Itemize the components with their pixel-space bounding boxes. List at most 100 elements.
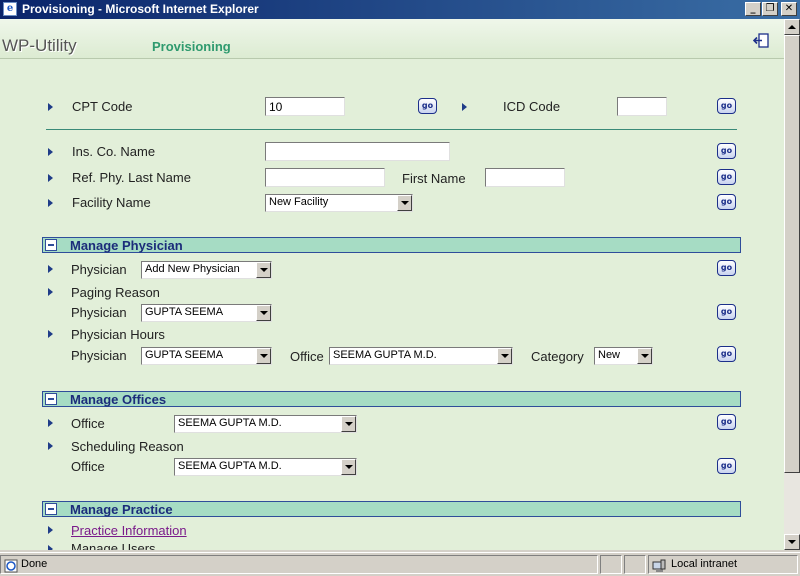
cpt-code-label: CPT Code [72,99,133,114]
ref-phy-last-name-input[interactable] [265,168,385,187]
window-title-bar[interactable]: e Provisioning - Microsoft Internet Expl… [0,0,800,19]
ref-phy-last-name-label: Ref. Phy. Last Name [72,170,191,185]
collapse-icon[interactable] [45,239,57,251]
zone-text: Local intranet [671,558,738,570]
cpt-code-input[interactable] [265,97,345,116]
icd-code-input[interactable] [617,97,667,116]
paging-reason-label: Paging Reason [71,285,160,300]
scroll-up-button[interactable] [784,19,800,35]
chevron-down-icon[interactable] [497,348,512,364]
manage-users-label[interactable]: Manage Users [71,541,156,550]
first-name-label: First Name [402,171,466,186]
divider-line [46,129,737,130]
ins-co-go-button[interactable]: go [717,143,736,159]
page-content: WP-Utility Provisioning CPT Code go ICD … [0,19,784,550]
row-arrow-icon [48,419,53,427]
section-title: Manage Physician [70,238,183,253]
hours-physician-select[interactable]: GUPTA SEEMA [141,347,272,365]
collapse-icon[interactable] [45,503,57,515]
exit-icon[interactable] [753,33,769,48]
hours-go-button[interactable]: go [717,346,736,362]
sched-go-button[interactable]: go [717,458,736,474]
row-arrow-icon [48,526,53,534]
facility-select-value: New Facility [269,196,329,208]
app-logo: WP-Utility [2,36,77,55]
row-arrow-icon [48,442,53,450]
category-label: Category [531,349,584,364]
section-title: Manage Practice [70,502,173,517]
manage-offices-section-header[interactable]: Manage Offices [42,391,741,407]
facility-select[interactable]: New Facility [265,194,413,212]
icd-code-label: ICD Code [503,99,561,114]
sched-office-select[interactable]: SEEMA GUPTA M.D. [174,458,357,476]
zone-pane: Local intranet [648,555,798,574]
practice-information-link[interactable]: Practice Information [71,523,187,538]
row-arrow-icon [48,148,53,156]
page-title: Provisioning [152,39,231,54]
row-arrow-icon [48,199,53,207]
physician-hours-label: Physician Hours [71,327,165,342]
chevron-down-icon[interactable] [256,305,271,321]
scroll-thumb[interactable] [784,35,800,473]
office-go-button[interactable]: go [717,414,736,430]
chevron-down-icon[interactable] [256,262,271,278]
status-bar: Done Local intranet [0,552,800,576]
office-label: Office [71,416,105,431]
chevron-down-icon[interactable] [397,195,412,211]
hours-physician-label: Physician [71,348,127,363]
collapse-icon[interactable] [45,393,57,405]
row-arrow-icon [48,174,53,182]
office-select[interactable]: SEEMA GUPTA M.D. [174,415,357,433]
category-select-value: New [598,349,621,361]
chevron-down-icon[interactable] [341,416,356,432]
status-pane-empty [624,555,646,574]
hours-office-select[interactable]: SEEMA GUPTA M.D. [329,347,513,365]
section-title: Manage Offices [70,392,167,407]
hours-office-value: SEEMA GUPTA M.D. [333,349,437,361]
status-text: Done [21,558,48,570]
scroll-down-button[interactable] [784,534,800,550]
sched-office-value: SEEMA GUPTA M.D. [178,460,282,472]
vertical-scrollbar[interactable] [784,19,800,550]
row-arrow-icon [48,288,53,296]
restore-button[interactable]: ❐ [762,2,778,16]
category-select[interactable]: New [594,347,653,365]
row-arrow-icon [48,330,53,338]
chevron-down-icon[interactable] [256,348,271,364]
close-button[interactable]: ✕ [781,2,797,16]
hours-physician-value: GUPTA SEEMA [145,349,224,361]
row-arrow-icon [48,265,53,273]
cpt-go-button[interactable]: go [418,98,437,114]
paging-go-button[interactable]: go [717,304,736,320]
first-name-input[interactable] [485,168,565,187]
facility-go-button[interactable]: go [717,194,736,210]
page-icon [4,559,18,573]
ie-app-icon: e [3,2,17,16]
row-arrow-icon [462,103,467,111]
icd-go-button[interactable]: go [717,98,736,114]
status-pane-empty [600,555,622,574]
manage-practice-section-header[interactable]: Manage Practice [42,501,741,517]
ref-phy-go-button[interactable]: go [717,169,736,185]
hours-office-label: Office [290,349,324,364]
physician-select-value: Add New Physician [145,263,240,275]
paging-physician-value: GUPTA SEEMA [145,306,224,318]
chevron-down-icon[interactable] [637,348,652,364]
facility-name-label: Facility Name [72,195,151,210]
manage-physician-section-header[interactable]: Manage Physician [42,237,741,253]
local-intranet-icon [652,559,666,572]
ins-co-name-label: Ins. Co. Name [72,144,156,159]
physician-select[interactable]: Add New Physician [141,261,272,279]
row-arrow-icon [48,545,53,550]
physician-go-button[interactable]: go [717,260,736,276]
app-header: WP-Utility Provisioning [0,19,784,59]
paging-physician-select[interactable]: GUPTA SEEMA [141,304,272,322]
chevron-down-icon[interactable] [341,459,356,475]
minimize-button[interactable]: _ [745,2,761,16]
row-arrow-icon [48,103,53,111]
physician-label: Physician [71,262,127,277]
sched-office-label: Office [71,459,105,474]
scheduling-reason-label: Scheduling Reason [71,439,184,454]
window-title: Provisioning - Microsoft Internet Explor… [22,2,259,16]
ins-co-name-input[interactable] [265,142,450,161]
